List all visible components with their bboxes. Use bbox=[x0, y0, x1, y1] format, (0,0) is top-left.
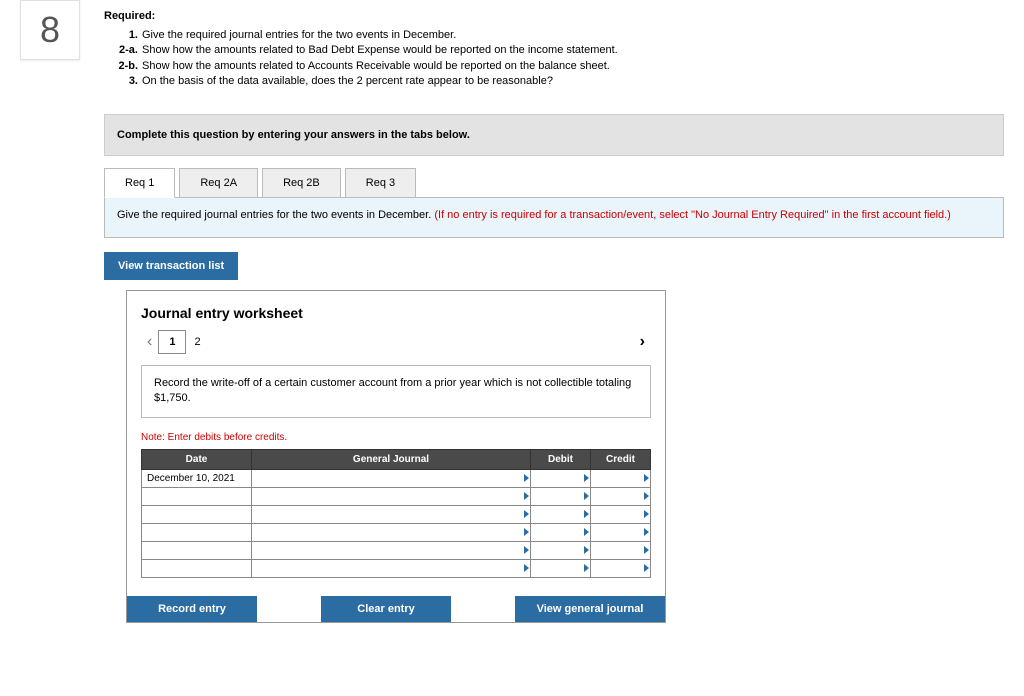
cell-credit[interactable] bbox=[591, 469, 651, 487]
dropdown-icon bbox=[644, 564, 649, 572]
dropdown-icon bbox=[524, 564, 529, 572]
table-row bbox=[142, 487, 651, 505]
required-label: Required: bbox=[104, 10, 1004, 22]
cell-debit[interactable] bbox=[531, 505, 591, 523]
req-num: 2-b. bbox=[104, 59, 138, 74]
dropdown-icon bbox=[644, 546, 649, 554]
dropdown-icon bbox=[524, 492, 529, 500]
cell-debit[interactable] bbox=[531, 541, 591, 559]
tab-panel: Give the required journal entries for th… bbox=[104, 197, 1004, 238]
cell-date[interactable]: December 10, 2021 bbox=[142, 469, 252, 487]
dropdown-icon bbox=[644, 492, 649, 500]
dropdown-icon bbox=[524, 546, 529, 554]
tab-req2a[interactable]: Req 2A bbox=[179, 168, 258, 198]
cell-journal[interactable] bbox=[252, 541, 531, 559]
panel-text: Give the required journal entries for th… bbox=[117, 209, 434, 221]
cell-date[interactable] bbox=[142, 523, 252, 541]
dropdown-icon bbox=[644, 474, 649, 482]
col-journal: General Journal bbox=[252, 449, 531, 469]
journal-table: Date General Journal Debit Credit Decemb… bbox=[141, 449, 651, 578]
cell-debit[interactable] bbox=[531, 487, 591, 505]
dropdown-icon bbox=[584, 546, 589, 554]
record-entry-button[interactable]: Record entry bbox=[127, 596, 257, 622]
cell-credit[interactable] bbox=[591, 505, 651, 523]
cell-date[interactable] bbox=[142, 559, 252, 577]
table-row bbox=[142, 523, 651, 541]
pager-page-1[interactable]: 1 bbox=[158, 330, 186, 354]
journal-worksheet: Journal entry worksheet ‹ 1 2 › Record t… bbox=[126, 290, 666, 623]
requirements-list: 1. Give the required journal entries for … bbox=[104, 28, 1004, 90]
table-row: December 10, 2021 bbox=[142, 469, 651, 487]
entry-instruction: Record the write-off of a certain custom… bbox=[141, 365, 651, 418]
dropdown-icon bbox=[584, 492, 589, 500]
tab-req3[interactable]: Req 3 bbox=[345, 168, 416, 198]
worksheet-pager: ‹ 1 2 › bbox=[141, 329, 651, 355]
cell-journal[interactable] bbox=[252, 523, 531, 541]
dropdown-icon bbox=[524, 474, 529, 482]
cell-journal[interactable] bbox=[252, 505, 531, 523]
cell-credit[interactable] bbox=[591, 523, 651, 541]
chevron-right-icon[interactable]: › bbox=[634, 329, 651, 355]
cell-date[interactable] bbox=[142, 505, 252, 523]
pager-page-2[interactable]: 2 bbox=[186, 331, 208, 353]
view-transaction-list-button[interactable]: View transaction list bbox=[104, 252, 238, 280]
cell-journal[interactable] bbox=[252, 487, 531, 505]
dropdown-icon bbox=[584, 564, 589, 572]
cell-date[interactable] bbox=[142, 541, 252, 559]
col-credit: Credit bbox=[591, 449, 651, 469]
dropdown-icon bbox=[524, 510, 529, 518]
req-text: On the basis of the data available, does… bbox=[142, 75, 553, 87]
req-text: Show how the amounts related to Bad Debt… bbox=[142, 44, 618, 56]
dropdown-icon bbox=[644, 510, 649, 518]
cell-journal[interactable] bbox=[252, 559, 531, 577]
dropdown-icon bbox=[584, 528, 589, 536]
view-general-journal-button[interactable]: View general journal bbox=[515, 596, 665, 622]
req-text: Show how the amounts related to Accounts… bbox=[142, 60, 610, 72]
cell-credit[interactable] bbox=[591, 541, 651, 559]
question-number-badge: 8 bbox=[20, 0, 80, 60]
col-debit: Debit bbox=[531, 449, 591, 469]
worksheet-actions: Record entry Clear entry View general jo… bbox=[127, 596, 665, 622]
tab-req1[interactable]: Req 1 bbox=[104, 168, 175, 198]
cell-date[interactable] bbox=[142, 487, 252, 505]
table-row bbox=[142, 505, 651, 523]
tabs-container: Req 1 Req 2A Req 2B Req 3 bbox=[104, 168, 1004, 198]
cell-debit[interactable] bbox=[531, 559, 591, 577]
dropdown-icon bbox=[584, 474, 589, 482]
cell-credit[interactable] bbox=[591, 487, 651, 505]
col-date: Date bbox=[142, 449, 252, 469]
req-num: 1. bbox=[104, 28, 138, 43]
tab-req2b[interactable]: Req 2B bbox=[262, 168, 341, 198]
worksheet-title: Journal entry worksheet bbox=[141, 305, 651, 321]
cell-debit[interactable] bbox=[531, 469, 591, 487]
table-row bbox=[142, 541, 651, 559]
req-text: Give the required journal entries for th… bbox=[142, 29, 456, 41]
req-num: 3. bbox=[104, 74, 138, 89]
table-row bbox=[142, 559, 651, 577]
cell-journal[interactable] bbox=[252, 469, 531, 487]
dropdown-icon bbox=[644, 528, 649, 536]
cell-credit[interactable] bbox=[591, 559, 651, 577]
clear-entry-button[interactable]: Clear entry bbox=[321, 596, 451, 622]
panel-hint: (If no entry is required for a transacti… bbox=[434, 209, 951, 221]
cell-debit[interactable] bbox=[531, 523, 591, 541]
dropdown-icon bbox=[584, 510, 589, 518]
instruction-bar: Complete this question by entering your … bbox=[104, 114, 1004, 156]
dropdown-icon bbox=[524, 528, 529, 536]
chevron-left-icon[interactable]: ‹ bbox=[141, 329, 158, 355]
req-num: 2-a. bbox=[104, 43, 138, 58]
debit-credit-note: Note: Enter debits before credits. bbox=[141, 432, 651, 443]
